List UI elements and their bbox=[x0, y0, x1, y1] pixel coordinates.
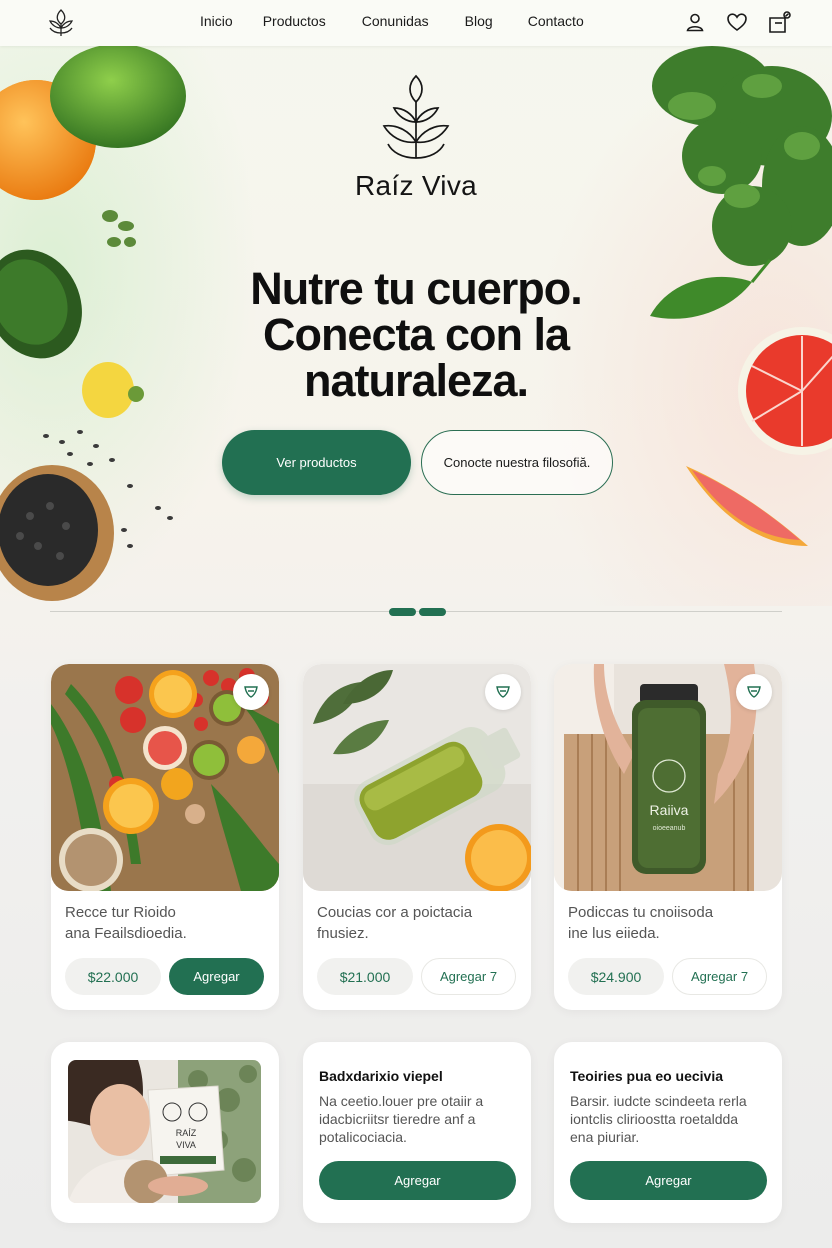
headline-line-3: naturaleza. bbox=[303, 355, 529, 406]
info-card-1-body-line-3: potalicociacia. bbox=[319, 1129, 407, 1145]
product-2-desc-line-1: Coucias cor a poictacia bbox=[317, 904, 473, 921]
user-icon[interactable] bbox=[684, 11, 706, 33]
nav-link-inicio[interactable]: Inicio bbox=[200, 13, 233, 29]
info-card-2-body-line-2: iontclis clirioostta roetaldda bbox=[570, 1111, 739, 1127]
add-to-cart-button-3[interactable]: Agregar 7 bbox=[672, 958, 767, 995]
leaf-shield-icon bbox=[244, 686, 258, 698]
carousel-dot-1[interactable] bbox=[389, 608, 416, 616]
info-card-2-body: Barsir. iudcte scindeeta rerla iontclis … bbox=[570, 1092, 770, 1146]
view-products-button[interactable]: Ver productos bbox=[222, 430, 411, 495]
info-card-1-title: Badxdarixio viepel bbox=[319, 1068, 443, 1084]
brand-name: Raíz Viva bbox=[354, 170, 477, 201]
lifestyle-image: RAÍZ VIVA bbox=[68, 1060, 261, 1203]
leaf-brand-icon bbox=[382, 74, 450, 159]
top-nav: Inicio Productos Conunidas Blog Contacto bbox=[0, 0, 832, 46]
product-price-3: $24.900 bbox=[568, 958, 664, 995]
leaf-shield-icon bbox=[496, 686, 510, 698]
package-label-line-1: RAÍZ bbox=[176, 1128, 197, 1138]
add-to-cart-button-1[interactable]: Agregar bbox=[169, 958, 264, 995]
carousel-dot-2[interactable] bbox=[419, 608, 446, 616]
leaf-shield-icon bbox=[747, 686, 761, 698]
hero-headline: Nutre tu cuerpo. Conecta con la naturale… bbox=[166, 266, 666, 404]
package-label-line-2: VIVA bbox=[176, 1140, 196, 1150]
nav-link-productos[interactable]: Productos bbox=[263, 13, 326, 29]
product-1-desc-line-1: Recce tur Rioido bbox=[65, 904, 176, 921]
product-price-2: $21.000 bbox=[317, 958, 413, 995]
favorite-button-3[interactable] bbox=[736, 674, 772, 710]
product-1-desc-line-2: ana Feailsdioedia. bbox=[65, 925, 187, 942]
info-card-1-body-line-1: Na ceetio.louer pre otaiir a bbox=[319, 1093, 484, 1109]
leaf-logo-icon[interactable] bbox=[44, 6, 78, 40]
info-card-1-add-button[interactable]: Agregar bbox=[319, 1161, 516, 1200]
product-3-desc-line-2: ine lus eiieda. bbox=[568, 925, 660, 942]
product-3-desc-line-1: Podiccas tu cnoiisoda bbox=[568, 904, 714, 921]
favorite-button-1[interactable] bbox=[233, 674, 269, 710]
info-card-2-title: Teoiries pua eo uecivia bbox=[570, 1068, 724, 1084]
info-card-2[interactable]: Teoiries pua eo uecivia Barsir. iudcte s… bbox=[554, 1042, 782, 1223]
nav-link-contacto[interactable]: Contacto bbox=[528, 13, 584, 29]
carousel-dots bbox=[389, 608, 446, 616]
cart-icon[interactable] bbox=[768, 11, 791, 33]
product-price-1: $22.000 bbox=[65, 958, 161, 995]
favorite-button-2[interactable] bbox=[485, 674, 521, 710]
info-card-2-add-button[interactable]: Agregar bbox=[570, 1161, 767, 1200]
headline-line-2: Conecta con la bbox=[262, 309, 570, 360]
product-card-3[interactable]: Raiiva oioeeanub Podiccas tu cnoiisoda i… bbox=[554, 664, 782, 1010]
info-card-2-body-line-1: Barsir. iudcte scindeeta rerla bbox=[570, 1093, 747, 1109]
heart-icon[interactable] bbox=[726, 11, 748, 33]
product-2-desc-line-2: fnusiez. bbox=[317, 925, 369, 942]
product-card-1[interactable]: Recce tur Rioido ana Feailsdioedia. $22.… bbox=[51, 664, 279, 1010]
philosophy-button[interactable]: Conocte nuestra filosofiă. bbox=[421, 430, 613, 495]
jar-sub-label: oioeeanub bbox=[653, 825, 686, 832]
jar-brand-label: Raiiva bbox=[650, 802, 689, 818]
info-card-2-body-line-3: ena piuriar. bbox=[570, 1129, 640, 1145]
info-card-1-body-line-2: idacbicriitsr tieredre anf a bbox=[319, 1111, 476, 1127]
product-description-3: Podiccas tu cnoiisoda ine lus eiieda. bbox=[568, 902, 773, 944]
product-card-2[interactable]: Coucias cor a poictacia fnusiez. $21.000… bbox=[303, 664, 531, 1010]
info-card-1-body: Na ceetio.louer pre otaiir a idacbicriit… bbox=[319, 1092, 519, 1146]
produce-left-illustration bbox=[0, 46, 186, 601]
product-description-2: Coucias cor a poictacia fnusiez. bbox=[317, 902, 522, 944]
nav-icons bbox=[684, 11, 791, 33]
info-card-1[interactable]: Badxdarixio viepel Na ceetio.louer pre o… bbox=[303, 1042, 531, 1223]
product-description-1: Recce tur Rioido ana Feailsdioedia. bbox=[65, 902, 270, 944]
headline-line-1: Nutre tu cuerpo. bbox=[250, 263, 583, 314]
nav-links: Inicio Productos Conunidas Blog Contacto bbox=[200, 13, 618, 29]
nav-link-comunidad[interactable]: Conunidas bbox=[362, 13, 429, 29]
add-to-cart-button-2[interactable]: Agregar 7 bbox=[421, 958, 516, 995]
nav-link-blog[interactable]: Blog bbox=[465, 13, 493, 29]
lifestyle-card[interactable]: RAÍZ VIVA bbox=[51, 1042, 279, 1223]
